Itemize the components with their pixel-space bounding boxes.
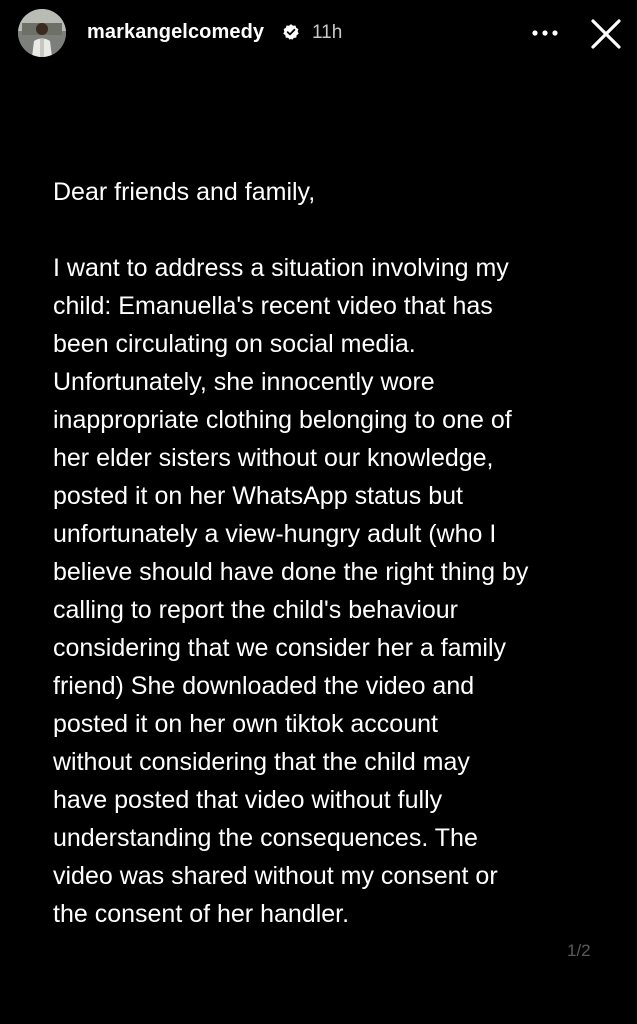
message-line: been circulating on social media. (53, 330, 416, 358)
username[interactable]: markangelcomedy (87, 21, 264, 44)
more-options-icon[interactable] (528, 18, 562, 48)
message-line: video was shared without my consent or (53, 862, 498, 890)
message-body: I want to address a situation involving … (53, 249, 613, 933)
message-line: her elder sisters without our knowledge, (53, 444, 494, 472)
message-line: have posted that video without fully (53, 786, 443, 814)
message-line: without considering that the child may (53, 748, 470, 776)
message-line: believe should have done the right thing… (53, 558, 529, 586)
close-icon[interactable] (588, 16, 624, 52)
message-line: unfortunately a view-hungry adult (who I (53, 520, 497, 548)
message-line: considering that we consider her a famil… (53, 634, 507, 662)
message-line: I want to address a situation involving … (53, 254, 509, 282)
message-line: child: Emanuella's recent video that has (53, 292, 493, 320)
message-line: calling to report the child's behaviour (53, 596, 459, 624)
message-line: friend) She downloaded the video and (53, 672, 475, 700)
message-line: posted it on her own tiktok account (53, 710, 438, 738)
story-header: markangelcomedy 11h (0, 0, 637, 68)
post-time: 11h (312, 22, 343, 43)
message-line: inappropriate clothing belonging to one … (53, 406, 512, 434)
message-line: posted it on her WhatsApp status but (53, 482, 463, 510)
message-line: understanding the consequences. The (53, 824, 478, 852)
story-text: Dear friends and family, I want to addre… (53, 173, 613, 933)
message-line: the consent of her handler. (53, 900, 350, 928)
profile-photo (18, 9, 66, 57)
page-indicator: 1/2 (567, 941, 591, 960)
message-line: Unfortunately, she innocently wore (53, 368, 435, 396)
verified-badge-icon (283, 24, 299, 40)
greeting: Dear friends and family, (53, 178, 316, 206)
avatar[interactable] (18, 9, 66, 57)
